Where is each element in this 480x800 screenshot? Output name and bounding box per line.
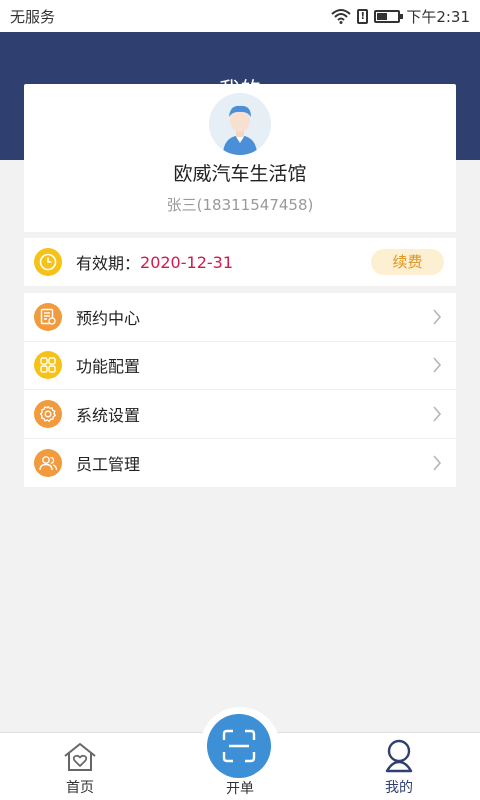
status-icons: ! 下午2:31: [331, 6, 470, 27]
nav-mine-label: 我的: [385, 780, 413, 796]
menu-item-label: 预约中心: [76, 308, 141, 328]
validity-date: 2020-12-31: [140, 252, 233, 272]
carrier-text: 无服务: [10, 7, 56, 26]
home-icon: [64, 743, 96, 771]
menu-item-system-settings[interactable]: 系统设置: [24, 390, 456, 439]
menu-list: 预约中心 功能配置 系统设置 员工管理: [24, 293, 456, 487]
menu-item-feature-config[interactable]: 功能配置: [24, 342, 456, 390]
store-name: 欧威汽车生活馆: [173, 163, 307, 185]
user-avatar-icon: [209, 93, 271, 155]
clock-icon: [34, 248, 62, 276]
menu-item-label: 系统设置: [76, 405, 141, 425]
profile-card: 欧威汽车生活馆 张三(18311547458): [24, 84, 456, 232]
user-profile-icon: [385, 739, 413, 773]
menu-item-staff-management[interactable]: 员工管理: [24, 439, 456, 488]
menu-item-appointment-center[interactable]: 预约中心: [24, 293, 456, 342]
nav-mine[interactable]: 我的: [349, 733, 449, 800]
validity-card: 有效期： 2020-12-31 续费: [24, 238, 456, 286]
wifi-icon: [331, 9, 351, 24]
nav-home[interactable]: 首页: [30, 733, 130, 800]
chevron-right-icon: [433, 357, 442, 373]
nav-home-label: 首页: [66, 780, 94, 796]
menu-item-label: 功能配置: [76, 357, 141, 377]
gear-icon: [34, 399, 62, 428]
grid-icon: [34, 351, 62, 380]
scan-order-label: 开单: [226, 781, 254, 797]
status-bar: 无服务 ! 下午2:31: [0, 0, 480, 32]
scan-icon: [222, 729, 256, 763]
appointment-icon: [34, 302, 62, 331]
staff-icon: [34, 448, 62, 477]
clock-text: 下午2:31: [406, 7, 470, 26]
chevron-right-icon: [433, 455, 442, 471]
battery-icon: [374, 9, 404, 23]
user-name-phone: 张三(18311547458): [166, 196, 314, 214]
renew-button[interactable]: 续费: [371, 249, 444, 275]
sim-alert-icon: !: [357, 8, 369, 24]
chevron-right-icon: [433, 309, 442, 325]
chevron-right-icon: [433, 406, 442, 422]
validity-label: 有效期：: [76, 254, 141, 273]
menu-item-label: 员工管理: [76, 454, 141, 474]
avatar[interactable]: [209, 93, 271, 155]
scan-order-button[interactable]: [207, 714, 271, 778]
